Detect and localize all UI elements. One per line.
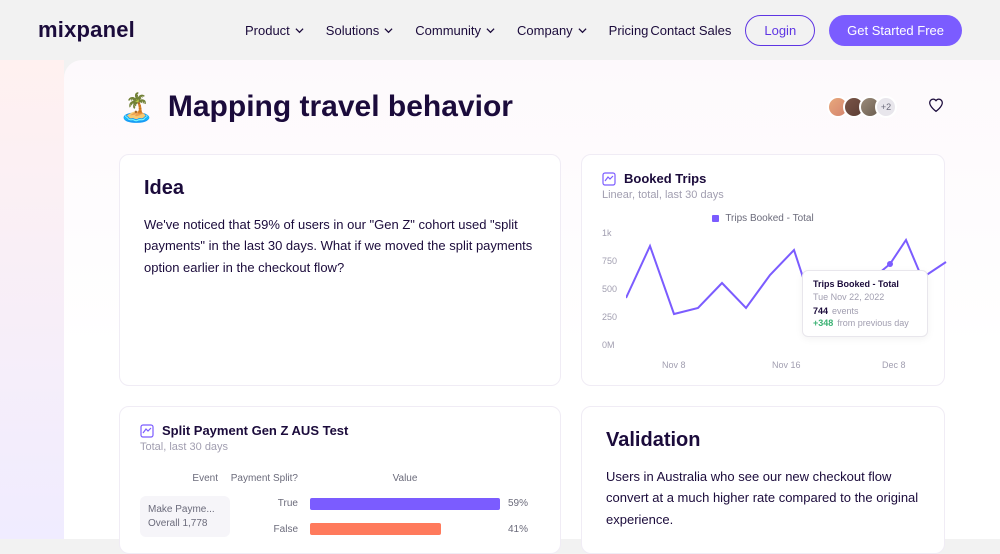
tooltip-title: Trips Booked - Total [813,279,917,289]
login-button[interactable]: Login [745,15,815,46]
event-name: Make Payme... [148,504,222,515]
x-tick: Dec 8 [882,360,906,370]
board-emoji: 🏝️ [119,91,154,124]
split-payment-subtitle: Total, last 30 days [140,441,540,453]
chart-icon [602,172,616,186]
col-value: Value [310,473,500,484]
booked-trips-card[interactable]: Booked Trips Linear, total, last 30 days… [581,154,945,386]
chart-legend: Trips Booked - Total [602,213,924,224]
tooltip-delta-label: from previous day [837,318,909,328]
bar-false [310,523,441,535]
chevron-down-icon [486,26,495,35]
col-event: Event [140,473,230,484]
chart-icon [140,424,154,438]
event-overall: Overall 1,778 [148,518,222,529]
chevron-down-icon [384,26,393,35]
avatar-overflow[interactable]: +2 [875,96,897,118]
chart-area: 1k 750 500 250 0M Nov 8 Nov 16 Dec 8 Tri… [602,228,924,356]
chart-tooltip: Trips Booked - Total Tue Nov 22, 2022 74… [802,270,928,337]
idea-heading: Idea [144,177,536,200]
booked-trips-subtitle: Linear, total, last 30 days [602,189,924,201]
x-tick: Nov 16 [772,360,801,370]
col-payment-split: Payment Split? [230,473,310,484]
favorite-icon[interactable] [927,96,945,119]
contact-sales-link[interactable]: Contact Sales [650,23,731,38]
left-gutter [0,60,64,539]
chevron-down-icon [578,26,587,35]
get-started-button[interactable]: Get Started Free [829,15,962,46]
tooltip-date: Tue Nov 22, 2022 [813,292,917,302]
nav-company[interactable]: Company [517,23,587,38]
split-payment-title: Split Payment Gen Z AUS Test [162,423,348,438]
booked-trips-title: Booked Trips [624,171,706,186]
event-cell: Make Payme... Overall 1,778 [140,496,230,537]
nav-pricing[interactable]: Pricing [609,23,649,38]
row-label-false: False [230,524,310,535]
idea-card: Idea We've noticed that 59% of users in … [119,154,561,386]
tooltip-value-label: events [832,306,859,316]
tooltip-value: 744 [813,306,828,316]
bar-true [310,498,500,510]
board-title: Mapping travel behavior [168,90,513,124]
x-tick: Nov 8 [662,360,686,370]
nav-pricing-label: Pricing [609,23,649,38]
y-tick: 500 [602,284,617,294]
chevron-down-icon [295,26,304,35]
pct-false: 41% [500,524,540,535]
nav-community-label: Community [415,23,481,38]
nav-community[interactable]: Community [415,23,495,38]
nav-solutions-label: Solutions [326,23,379,38]
validation-card: Validation Users in Australia who see ou… [581,406,945,554]
row-label-true: True [230,498,310,509]
tooltip-delta: +348 [813,318,833,328]
nav-solutions[interactable]: Solutions [326,23,393,38]
validation-heading: Validation [606,429,920,452]
board-canvas: 🏝️ Mapping travel behavior +2 Idea We've… [64,60,1000,539]
nav-product[interactable]: Product [245,23,304,38]
legend-label: Trips Booked - Total [725,213,813,224]
logo[interactable]: mixpanel [38,17,135,43]
y-tick: 0M [602,340,615,350]
y-tick: 750 [602,256,617,266]
pct-true: 59% [500,498,540,509]
y-tick: 250 [602,312,617,322]
nav-product-label: Product [245,23,290,38]
validation-body: Users in Australia who see our new check… [606,466,920,530]
idea-body: We've noticed that 59% of users in our "… [144,214,536,278]
split-payment-card[interactable]: Split Payment Gen Z AUS Test Total, last… [119,406,561,554]
nav-company-label: Company [517,23,573,38]
main-nav: Product Solutions Community Company Pric… [245,23,648,38]
legend-swatch [712,215,719,222]
collaborators[interactable]: +2 [833,96,897,118]
y-tick: 1k [602,228,612,238]
